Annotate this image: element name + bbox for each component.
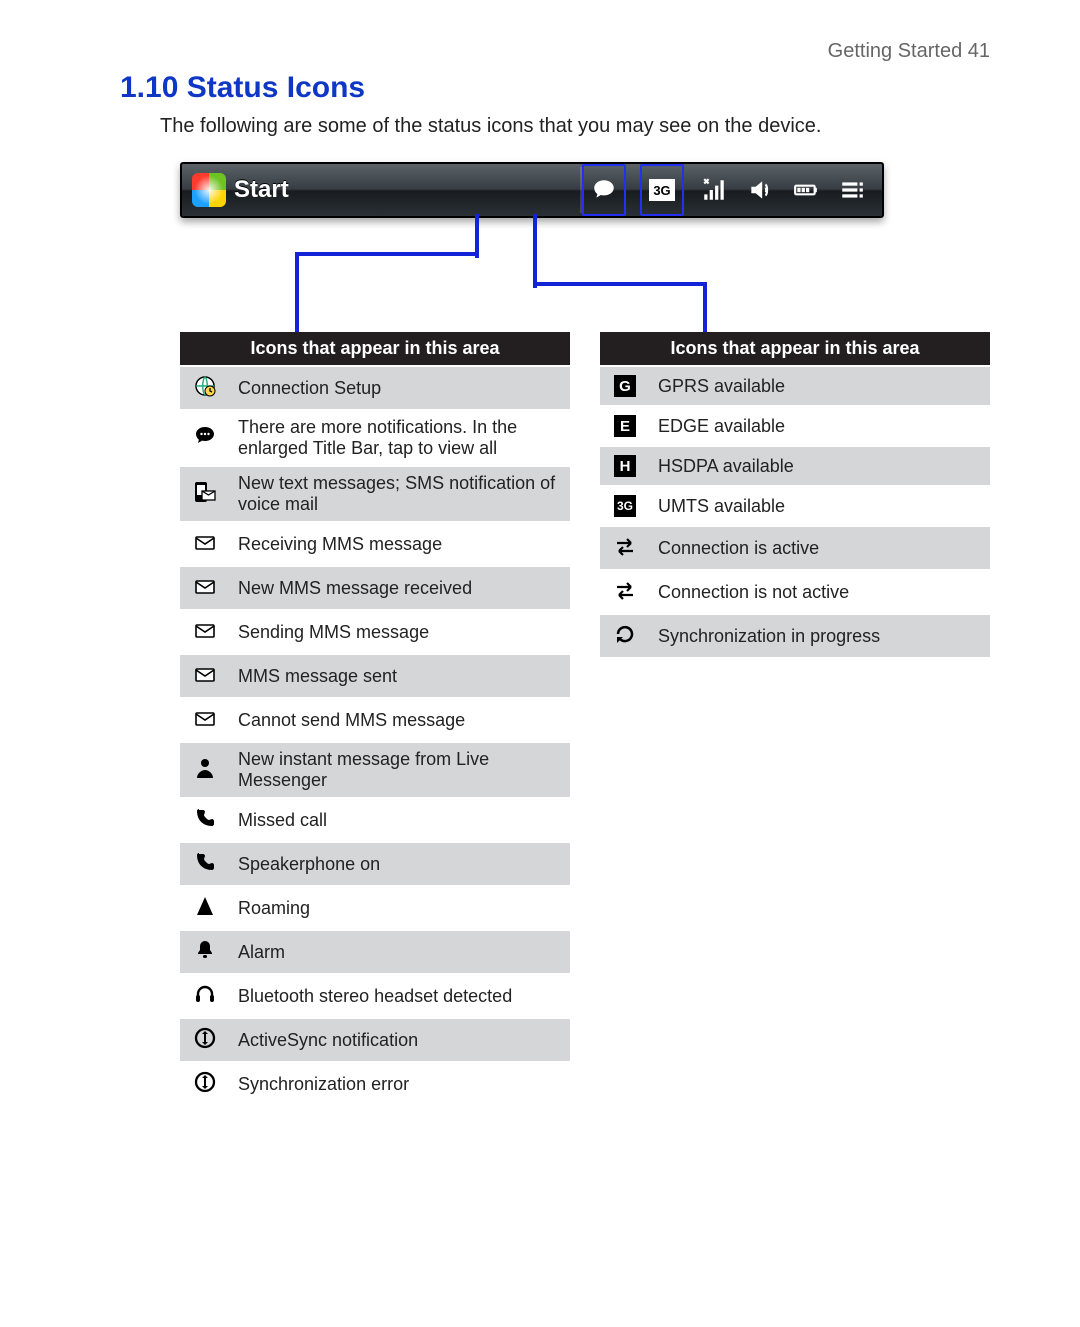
3g-icon: 3G xyxy=(640,164,684,216)
mms-sent-icon xyxy=(192,661,218,687)
callout-line xyxy=(295,252,299,332)
menu-icon xyxy=(836,170,868,210)
callout-line xyxy=(533,214,537,288)
speakerphone-icon xyxy=(192,849,218,875)
section-intro: The following are some of the status ico… xyxy=(160,115,990,138)
conn-active-icon xyxy=(612,533,638,559)
mms-out-icon xyxy=(192,617,218,643)
mms-new-icon xyxy=(192,573,218,599)
table-cell: Synchronization in progress xyxy=(650,614,990,658)
table-cell: MMS message sent xyxy=(230,654,570,698)
table-cell: Connection is active xyxy=(650,526,990,570)
bt-headset-icon xyxy=(192,981,218,1007)
table-cell: New MMS message received xyxy=(230,566,570,610)
running-header: Getting Started 41 xyxy=(120,40,990,63)
sync-error-icon xyxy=(192,1069,218,1095)
activesync-icon xyxy=(192,1025,218,1051)
alarm-icon xyxy=(192,937,218,963)
conn-inactive-icon xyxy=(612,577,638,603)
table-cell: Synchronization error xyxy=(230,1062,570,1106)
sync-progress-icon xyxy=(612,621,638,647)
callout-line xyxy=(295,252,479,256)
table-cell: Sending MMS message xyxy=(230,610,570,654)
table-cell: New instant message from Live Messenger xyxy=(230,742,570,798)
section-heading: 1.10 Status Icons xyxy=(120,71,990,105)
mms-fail-icon xyxy=(192,705,218,731)
table-cell: Alarm xyxy=(230,930,570,974)
signal-icon xyxy=(698,170,730,210)
callout-line xyxy=(533,282,707,286)
mms-in-icon xyxy=(192,529,218,555)
device-titlebar: Start 3G xyxy=(180,162,884,218)
start-label: Start xyxy=(234,176,289,204)
table-cell: Receiving MMS message xyxy=(230,522,570,566)
table-cell: Missed call xyxy=(230,798,570,842)
sms-phone-icon xyxy=(192,479,218,505)
windows-flag-icon xyxy=(192,173,226,207)
table-cell: Connection is not active xyxy=(650,570,990,614)
table-cell: New text messages; SMS notification of v… xyxy=(230,466,570,522)
table-cell: Bluetooth stereo headset detected xyxy=(230,974,570,1018)
table-cell: UMTS available xyxy=(650,486,990,526)
table-cell: ActiveSync notification xyxy=(230,1018,570,1062)
messenger-icon xyxy=(192,755,218,781)
missed-call-icon xyxy=(192,805,218,831)
table-cell: Speakerphone on xyxy=(230,842,570,886)
table-cell: Roaming xyxy=(230,886,570,930)
roaming-icon xyxy=(192,893,218,919)
umts-icon: 3G xyxy=(612,493,638,519)
table-cell: Cannot send MMS message xyxy=(230,698,570,742)
battery-icon xyxy=(790,170,822,210)
volume-icon xyxy=(744,170,776,210)
callout-line xyxy=(703,282,707,332)
notification-icon xyxy=(582,164,626,216)
titlebar-diagram: Start 3G xyxy=(180,162,990,462)
